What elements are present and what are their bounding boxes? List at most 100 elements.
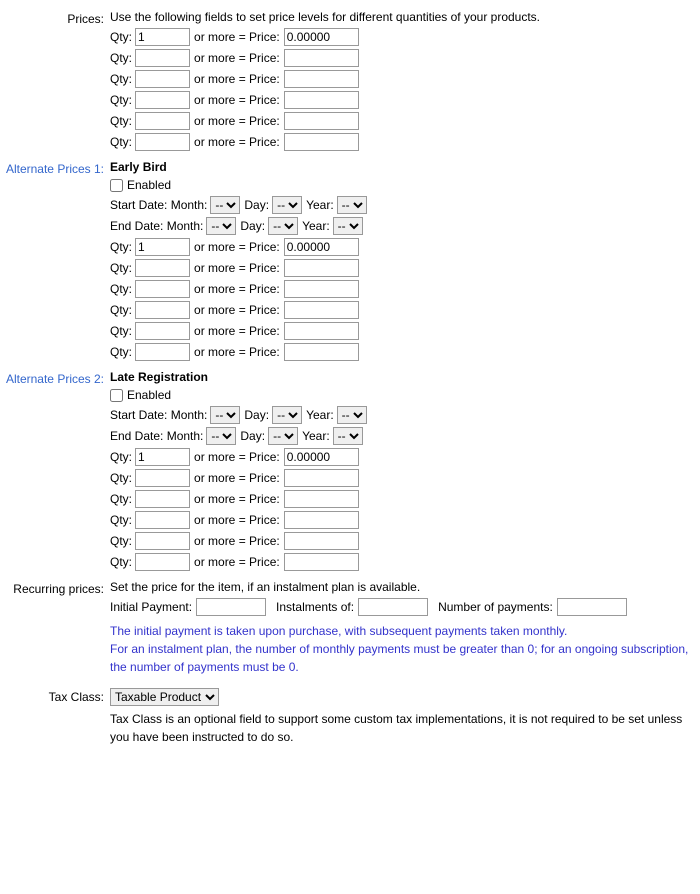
alt2-price-input-0[interactable] <box>284 448 359 466</box>
alt1-qty-label-2: Qty: <box>110 282 132 296</box>
prices-price-input-5[interactable] <box>284 133 359 151</box>
alt2-qty-input-5[interactable] <box>135 553 190 571</box>
alt1-qty-input-5[interactable] <box>135 343 190 361</box>
alt1-price-input-3[interactable] <box>284 301 359 319</box>
alt-prices-2-start-month[interactable]: -- <box>210 406 240 424</box>
alt-prices-1-enabled-label: Enabled <box>127 178 171 192</box>
prices-label: Prices: <box>0 10 110 154</box>
prices-price-row-5: Qty:or more = Price: <box>110 133 700 151</box>
alt-prices-1-end-month[interactable]: -- <box>206 217 236 235</box>
alt-prices-2-end-day-label: Day: <box>240 429 265 443</box>
alt1-qty-input-1[interactable] <box>135 259 190 277</box>
prices-or-more-4: or more = Price: <box>194 114 280 128</box>
alt2-price-input-1[interactable] <box>284 469 359 487</box>
num-payments-input[interactable] <box>557 598 627 616</box>
alt2-qty-input-1[interactable] <box>135 469 190 487</box>
recurring-inputs-row: Initial Payment: Instalments of: Number … <box>110 598 700 616</box>
alt2-qty-input-2[interactable] <box>135 490 190 508</box>
prices-price-input-1[interactable] <box>284 49 359 67</box>
tax-class-section: Tax Class: Taxable ProductNoneTax Exempt… <box>0 688 700 746</box>
alt2-or-more-2: or more = Price: <box>194 492 280 506</box>
alt-prices-1-start-day[interactable]: -- <box>272 196 302 214</box>
prices-qty-input-2[interactable] <box>135 70 190 88</box>
alt2-price-input-5[interactable] <box>284 553 359 571</box>
alt2-qty-label-2: Qty: <box>110 492 132 506</box>
alt-prices-1-name: Early Bird <box>110 160 700 174</box>
prices-qty-input-5[interactable] <box>135 133 190 151</box>
prices-price-input-4[interactable] <box>284 112 359 130</box>
alt2-price-input-2[interactable] <box>284 490 359 508</box>
prices-description: Use the following fields to set price le… <box>110 10 700 24</box>
alt-prices-2-enabled-label: Enabled <box>127 388 171 402</box>
prices-qty-input-1[interactable] <box>135 49 190 67</box>
alt-prices-1-rows: Qty:or more = Price:Qty:or more = Price:… <box>110 238 700 361</box>
alt-prices-2-end-date-row: End Date: Month: -- Day: -- Year: -- <box>110 427 700 445</box>
prices-or-more-0: or more = Price: <box>194 30 280 44</box>
alt1-price-input-5[interactable] <box>284 343 359 361</box>
alt-prices-1-start-year[interactable]: -- <box>337 196 367 214</box>
alt1-price-input-4[interactable] <box>284 322 359 340</box>
prices-price-row-2: Qty:or more = Price: <box>110 70 700 88</box>
prices-or-more-1: or more = Price: <box>194 51 280 65</box>
prices-qty-input-0[interactable] <box>135 28 190 46</box>
alt1-price-input-2[interactable] <box>284 280 359 298</box>
initial-payment-input[interactable] <box>196 598 266 616</box>
prices-or-more-3: or more = Price: <box>194 93 280 107</box>
prices-qty-label-4: Qty: <box>110 114 132 128</box>
alt1-qty-input-2[interactable] <box>135 280 190 298</box>
alt1-price-row-3: Qty:or more = Price: <box>110 301 700 319</box>
alt-prices-2-end-day[interactable]: -- <box>268 427 298 445</box>
recurring-prices-label: Recurring prices: <box>0 580 110 682</box>
alt1-price-input-0[interactable] <box>284 238 359 256</box>
alt2-or-more-5: or more = Price: <box>194 555 280 569</box>
alt1-price-row-5: Qty:or more = Price: <box>110 343 700 361</box>
alt-prices-1-end-year-label: Year: <box>302 219 330 233</box>
tax-class-label: Tax Class: <box>0 688 110 746</box>
prices-price-input-0[interactable] <box>284 28 359 46</box>
prices-qty-input-3[interactable] <box>135 91 190 109</box>
instalments-input[interactable] <box>358 598 428 616</box>
alt2-qty-label-4: Qty: <box>110 534 132 548</box>
alt1-qty-input-3[interactable] <box>135 301 190 319</box>
alt1-or-more-3: or more = Price: <box>194 303 280 317</box>
alt-prices-2-end-month[interactable]: -- <box>206 427 236 445</box>
alt-prices-1-section: Alternate Prices 1: Early Bird Enabled S… <box>0 160 700 364</box>
alt-prices-2-start-day[interactable]: -- <box>272 406 302 424</box>
tax-class-select[interactable]: Taxable ProductNoneTax Exempt <box>110 688 219 706</box>
alt1-or-more-5: or more = Price: <box>194 345 280 359</box>
prices-content: Use the following fields to set price le… <box>110 10 700 154</box>
alt1-price-input-1[interactable] <box>284 259 359 277</box>
alt1-qty-input-0[interactable] <box>135 238 190 256</box>
alt2-price-input-3[interactable] <box>284 511 359 529</box>
prices-qty-label-3: Qty: <box>110 93 132 107</box>
prices-qty-input-4[interactable] <box>135 112 190 130</box>
alt-prices-1-start-month[interactable]: -- <box>210 196 240 214</box>
alt2-or-more-0: or more = Price: <box>194 450 280 464</box>
alt2-qty-input-0[interactable] <box>135 448 190 466</box>
alt-prices-2-name: Late Registration <box>110 370 700 384</box>
tax-class-content: Taxable ProductNoneTax Exempt Tax Class … <box>110 688 700 746</box>
alt1-qty-input-4[interactable] <box>135 322 190 340</box>
prices-price-input-3[interactable] <box>284 91 359 109</box>
alt2-price-input-4[interactable] <box>284 532 359 550</box>
alt-prices-2-label: Alternate Prices 2: <box>0 370 110 574</box>
alt-prices-2-enabled-checkbox[interactable] <box>110 389 123 402</box>
alt-prices-1-enabled-checkbox[interactable] <box>110 179 123 192</box>
alt-prices-2-start-year[interactable]: -- <box>337 406 367 424</box>
alt2-qty-input-4[interactable] <box>135 532 190 550</box>
alt2-or-more-3: or more = Price: <box>194 513 280 527</box>
alt-prices-1-content: Early Bird Enabled Start Date: Month: --… <box>110 160 700 364</box>
alt-prices-2-section: Alternate Prices 2: Late Registration En… <box>0 370 700 574</box>
alt-prices-2-end-date-label: End Date: Month: <box>110 429 203 443</box>
alt-prices-2-end-year[interactable]: -- <box>333 427 363 445</box>
recurring-note: The initial payment is taken upon purcha… <box>110 622 700 676</box>
alt2-qty-label-3: Qty: <box>110 513 132 527</box>
recurring-prices-content: Set the price for the item, if an instal… <box>110 580 700 682</box>
alt-prices-1-end-day[interactable]: -- <box>268 217 298 235</box>
alt-prices-1-end-year[interactable]: -- <box>333 217 363 235</box>
alt-prices-1-enabled-row: Enabled <box>110 178 700 192</box>
prices-price-input-2[interactable] <box>284 70 359 88</box>
alt-prices-2-start-date-row: Start Date: Month: -- Day: -- Year: -- <box>110 406 700 424</box>
alt2-qty-label-1: Qty: <box>110 471 132 485</box>
alt2-qty-input-3[interactable] <box>135 511 190 529</box>
